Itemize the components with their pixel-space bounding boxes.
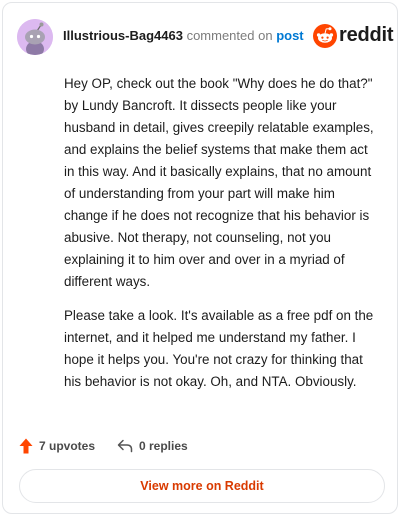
upvote-count: 7 upvotes (39, 439, 96, 453)
comment-header: Illustrious-Bag4463 commented on post re… (17, 17, 394, 57)
view-more-button[interactable]: View more on Reddit (19, 469, 385, 503)
upvote-arrow-icon (19, 438, 33, 454)
comment-byline: Illustrious-Bag4463 commented on post (63, 28, 304, 43)
commented-on-text: commented on (186, 28, 273, 43)
snoo-avatar-icon (17, 19, 53, 55)
reddit-wordmark: reddit (339, 24, 394, 46)
user-avatar[interactable] (17, 19, 53, 55)
reply-count: 0 replies (139, 439, 188, 453)
reddit-logo-icon (313, 24, 337, 48)
reply-arrow-icon (117, 439, 133, 453)
upvote-button[interactable]: 7 upvotes (19, 435, 95, 457)
comment-paragraph: Hey OP, check out the book "Why does he … (64, 76, 374, 289)
comment-body: Hey OP, check out the book "Why does he … (64, 73, 379, 405)
replies-button[interactable]: 0 replies (117, 435, 188, 457)
comment-paragraph: Please take a look. It's available as a … (64, 308, 374, 389)
post-link[interactable]: post (276, 28, 303, 43)
comment-embed-card: Illustrious-Bag4463 commented on post re… (2, 2, 398, 514)
reddit-logo[interactable]: reddit (313, 21, 394, 51)
comment-actions: 7 upvotes 0 replies (19, 435, 319, 457)
username-link[interactable]: Illustrious-Bag4463 (63, 28, 183, 43)
